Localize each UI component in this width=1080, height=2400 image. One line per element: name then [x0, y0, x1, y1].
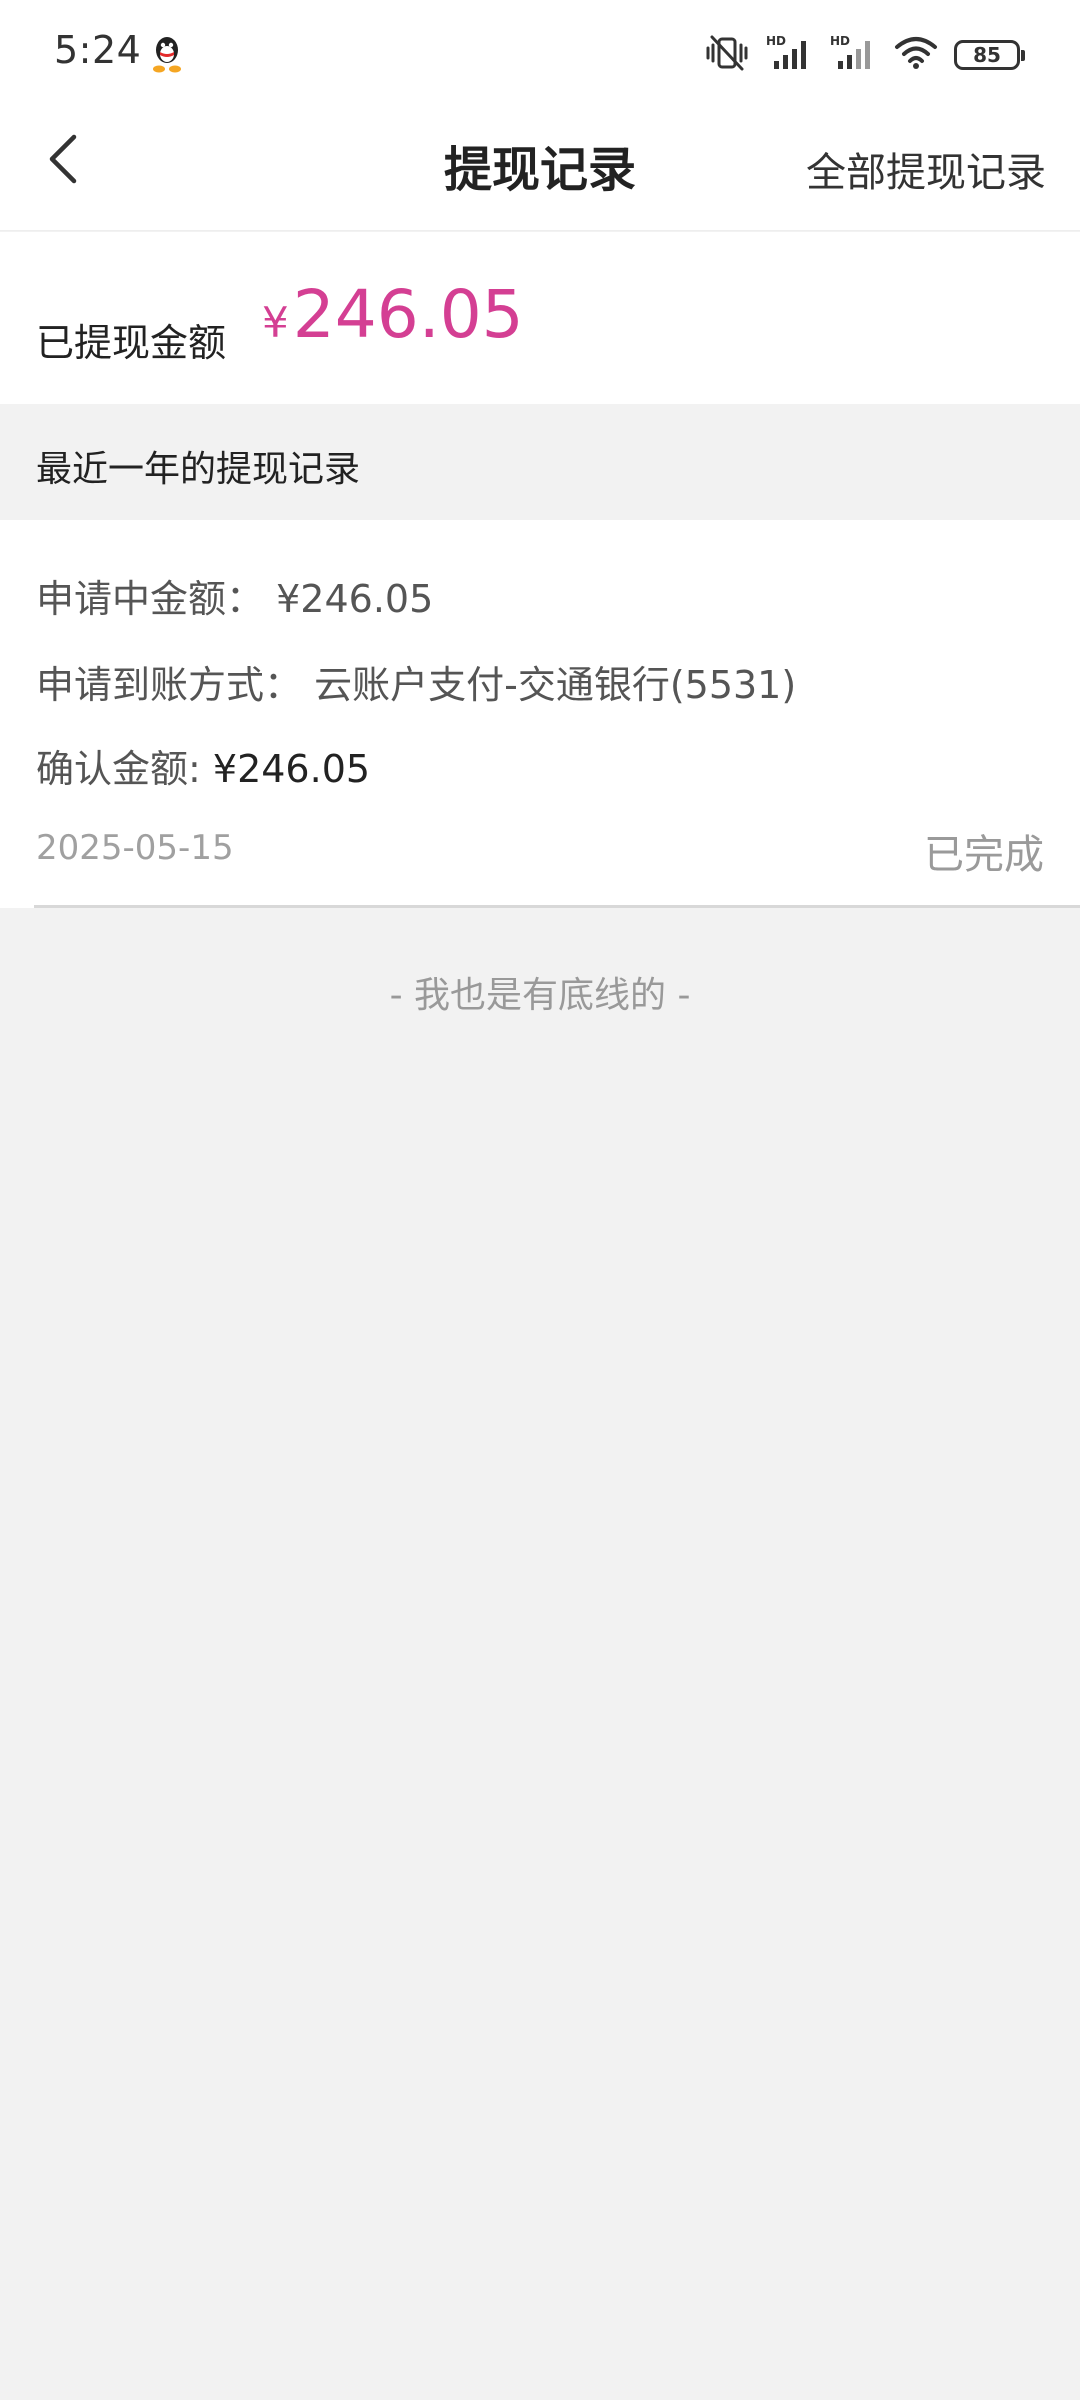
- record-date: 2025-05-15: [36, 828, 234, 868]
- svg-text:HD: HD: [830, 34, 850, 48]
- payout-method-value: 云账户支付-交通银行(5531): [314, 663, 797, 707]
- withdrawn-summary: 已提现金额 ¥ 246.05: [0, 232, 1080, 404]
- withdrawn-amount-value: 246.05: [292, 276, 524, 353]
- section-title: 最近一年的提现记录: [36, 449, 361, 490]
- section-header: 最近一年的提现记录: [0, 404, 1080, 520]
- withdrawal-record[interactable]: 申请中金额： ¥246.05 申请到账方式： 云账户支付-交通银行(5531) …: [0, 520, 1080, 908]
- status-time: 5:24: [54, 28, 142, 72]
- confirmed-amount-label: 确认金额:: [36, 747, 201, 791]
- payout-method-label: 申请到账方式：: [36, 663, 303, 707]
- status-bar: 5:24 HD HD 85: [0, 0, 1080, 100]
- hd-signal-icon: HD: [830, 33, 878, 77]
- battery-level: 85: [973, 43, 1001, 67]
- all-records-link[interactable]: 全部提现记录: [806, 140, 1046, 198]
- payout-method-row: 申请到账方式： 云账户支付-交通银行(5531): [36, 654, 796, 709]
- wifi-icon: [894, 35, 938, 75]
- status-icons: HD HD 85: [704, 30, 1025, 80]
- divider: [34, 905, 1080, 908]
- svg-text:HD: HD: [766, 34, 786, 48]
- battery-icon: 85: [954, 40, 1025, 70]
- hd-signal-icon: HD: [766, 33, 814, 77]
- confirmed-amount-row: 确认金额: ¥246.05: [36, 738, 370, 793]
- withdrawn-label: 已提现金额: [36, 321, 227, 365]
- withdrawn-amount: ¥ 246.05: [262, 276, 524, 353]
- currency-symbol: ¥: [262, 298, 289, 347]
- qq-icon: [150, 34, 184, 74]
- vibrate-off-icon: [704, 33, 750, 77]
- confirmed-amount-value: ¥246.05: [212, 747, 371, 791]
- pending-amount-value: ¥246.05: [276, 577, 434, 621]
- status-badge: 已完成: [924, 832, 1044, 878]
- nav-bar: 提现记录 全部提现记录: [0, 100, 1080, 231]
- end-of-list-note: - 我也是有底线的 -: [389, 975, 691, 1016]
- pending-amount-row: 申请中金额： ¥246.05: [36, 568, 433, 623]
- pending-amount-label: 申请中金额：: [36, 577, 265, 621]
